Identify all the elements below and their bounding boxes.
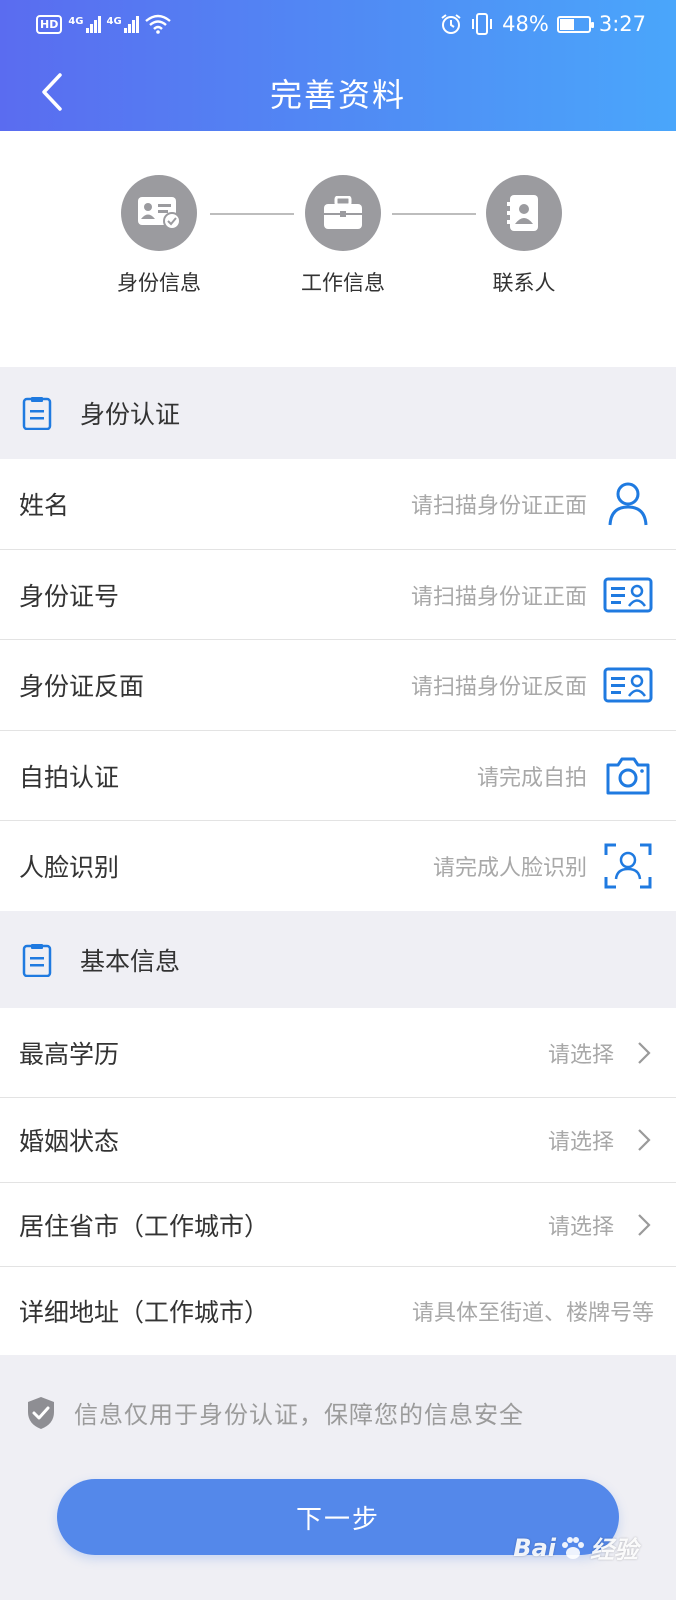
notice-text: 信息仅用于身份认证，保障您的信息安全 [74,1401,524,1429]
section-identity-header: 身份认证 [0,367,676,459]
row-hint: 请完成人脸识别 [432,856,587,881]
paw-icon [562,1536,584,1559]
section-title: 基本信息 [80,946,181,976]
row-face-recognition[interactable]: 人脸识别 请完成人脸识别 [0,821,676,911]
battery-icon [556,15,594,33]
scan-id-back-button[interactable] [602,659,654,711]
row-education[interactable]: 最高学历 请选择 [0,1008,676,1098]
signal-icon: 4G [68,15,101,33]
page-title: 完善资料 [269,76,406,114]
section-title: 身份认证 [80,400,181,429]
address-input[interactable]: 请具体至街道、楼牌号等 [412,1295,654,1327]
battery-percent: 48% [502,12,549,36]
chevron-right-icon [634,1038,654,1068]
row-hint: 请选择 [547,1042,614,1068]
row-id-back[interactable]: 身份证反面 请扫描身份证反面 [0,640,676,731]
step-label: 工作信息 [301,271,385,295]
chevron-right-icon [634,1210,654,1240]
row-hint: 请扫描身份证正面 [410,494,587,519]
row-marital-status[interactable]: 婚姻状态 请选择 [0,1098,676,1183]
row-label: 自拍认证 [19,762,120,792]
step-work[interactable]: 工作信息 [253,175,433,297]
row-detail-address[interactable]: 详细地址（工作城市） 请具体至街道、楼牌号等 [0,1267,676,1355]
step-identity[interactable]: 身份信息 [69,175,249,297]
clipboard-icon [22,397,52,430]
row-residence-city[interactable]: 居住省市（工作城市） 请选择 [0,1183,676,1267]
vibrate-icon [472,13,493,35]
id-card-icon [603,667,653,703]
wifi-icon [144,14,171,34]
row-hint: 请扫描身份证反面 [410,675,587,700]
contact-book-icon [507,195,538,231]
face-recognition-button[interactable] [602,840,654,892]
row-label: 姓名 [19,491,70,520]
status-bar: HD 4G 4G 48% 3:27 [0,0,676,56]
chevron-right-icon [634,1125,654,1155]
security-notice: 信息仅用于身份认证，保障您的信息安全 [0,1355,676,1470]
nav-bar: 完善资料 [0,56,676,131]
clipboard-icon [22,943,52,977]
row-label: 人脸识别 [19,853,120,882]
row-label: 婚姻状态 [19,1127,120,1156]
camera-icon [606,757,650,794]
row-hint: 请选择 [547,1130,614,1155]
person-icon [608,482,648,526]
face-scan-icon [604,843,652,889]
scan-id-front-button[interactable] [602,569,654,621]
row-label: 最高学历 [19,1039,120,1069]
row-hint: 请选择 [547,1214,614,1240]
row-hint: 请完成自拍 [476,765,587,791]
step-label: 联系人 [492,271,556,295]
clock: 3:27 [598,12,646,36]
alarm-icon [441,14,461,34]
progress-steps: 身份信息 工作信息 联系人 [0,131,676,367]
selfie-button[interactable] [602,750,654,802]
app-header: HD 4G 4G 48% 3:27 完善资料 [0,0,676,131]
briefcase-icon [324,196,362,229]
id-card-check-icon [138,197,181,230]
hd-badge: HD [36,14,63,34]
shield-check-icon [28,1396,54,1429]
row-hint: 请扫描身份证正面 [410,584,587,610]
row-label: 居住省市（工作城市） [19,1211,270,1241]
row-name[interactable]: 姓名 请扫描身份证正面 [0,459,676,550]
step-contacts[interactable]: 联系人 [434,175,614,297]
scan-name-button[interactable] [602,478,654,530]
signal-icon-2: 4G [107,15,139,33]
row-selfie[interactable]: 自拍认证 请完成自拍 [0,731,676,821]
id-card-icon [603,577,653,612]
row-label: 详细地址（工作城市） [19,1298,270,1327]
step-label: 身份信息 [117,271,201,295]
row-id-number[interactable]: 身份证号 请扫描身份证正面 [0,550,676,640]
section-basic-header: 基本信息 [0,911,676,1008]
row-label: 身份证号 [19,581,120,611]
baidu-watermark: Bai 经验 [513,1533,638,1565]
row-label: 身份证反面 [19,672,145,701]
